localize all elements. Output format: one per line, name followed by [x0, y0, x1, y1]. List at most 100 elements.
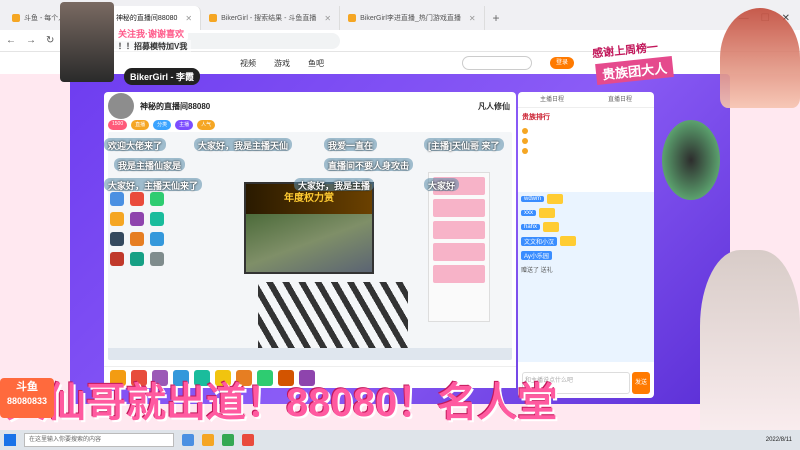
taskbar-app-icon[interactable]: [202, 434, 214, 446]
room-tag[interactable]: 1500: [108, 120, 128, 130]
overlay-title: 关注我·谢谢喜欢: [114, 26, 188, 41]
reload-icon[interactable]: ↻: [46, 35, 54, 46]
danmu-comment: 大家好: [424, 178, 460, 191]
taskbar-app-icon[interactable]: [182, 434, 194, 446]
room-tag[interactable]: 分类: [153, 120, 172, 130]
chat-username[interactable]: wdwm: [521, 196, 545, 202]
rank-row[interactable]: [518, 146, 654, 156]
room-title: 神秘的直播间88080: [140, 101, 211, 111]
streamer-avatar[interactable]: [108, 93, 134, 119]
rank-dot-icon: [522, 138, 528, 144]
chat-message: hahx: [518, 220, 654, 234]
start-icon[interactable]: [4, 434, 16, 446]
danmu-comment: 欢迎大佬来了: [104, 138, 167, 151]
rank-row[interactable]: [518, 136, 654, 146]
rank-title: 贵族排行: [522, 114, 550, 121]
rank-dot-icon: [522, 128, 528, 134]
system-tray[interactable]: 2022/8/11: [766, 436, 800, 444]
rank-dot-icon: [522, 148, 528, 154]
danmu-comment: 大家好，主播天仙来了: [104, 178, 203, 191]
danmu-comment: 大家好，我是主播天仙: [194, 138, 293, 151]
overlay-subtitle: ！！招募模特加V我: [114, 40, 192, 53]
chat-message: wdwm: [518, 192, 654, 206]
app-icon: [150, 212, 164, 226]
event-badge: [662, 120, 720, 200]
danmu-layer: 欢迎大佬来了 大家好，我是主播天仙 我爱一直在 [主播]天仙哥 来了 我是主播仙…: [104, 134, 516, 194]
inner-video-window: 年度权力赏: [244, 182, 374, 274]
player-scene: [246, 214, 372, 272]
site-header: 视频 游戏 鱼吧 登录: [0, 52, 800, 74]
app-icon: [110, 232, 124, 246]
browser-tab[interactable]: BikerGirl李进直播_热门游戏直播 ✕: [340, 6, 485, 30]
app-icon: [110, 212, 124, 226]
chat-tabs: 主播日程 直播日程: [518, 92, 654, 108]
search-input[interactable]: [462, 56, 532, 70]
desktop-icons: [110, 192, 166, 266]
close-icon[interactable]: ✕: [185, 14, 192, 23]
chat-message: 文文和小汉: [518, 234, 654, 248]
douyu-favicon-icon: [348, 14, 357, 22]
new-tab-button[interactable]: +: [485, 6, 508, 30]
gift-icon: [539, 208, 555, 218]
forward-icon[interactable]: →: [26, 35, 36, 46]
inner-app-window: [428, 172, 490, 322]
rank-row[interactable]: [518, 126, 654, 136]
danmu-comment: 我爱一直在: [324, 138, 378, 151]
os-taskbar: 在这里输入你要搜索的内容 2022/8/11: [0, 430, 800, 450]
close-icon[interactable]: ✕: [469, 14, 476, 23]
chat-username[interactable]: hahx: [521, 224, 541, 230]
danmu-comment: 大家好，我是主播: [294, 178, 375, 191]
douyu-favicon-icon: [12, 14, 20, 22]
taskbar-app-icon[interactable]: [242, 434, 254, 446]
login-button[interactable]: 登录: [550, 57, 575, 69]
douyu-logo: 斗鱼 88080833: [0, 378, 54, 418]
danmu-comment: 直播间不要人身攻击: [324, 158, 414, 171]
overlay-social-handle: BikerGirl - 李霞: [124, 68, 201, 85]
app-icon: [150, 232, 164, 246]
chat-username[interactable]: xxx: [521, 210, 536, 216]
app-icon: [110, 192, 124, 206]
streamer-cam-overlay: [60, 2, 114, 82]
back-icon[interactable]: ←: [6, 35, 16, 46]
chat-username[interactable]: Ay小乐园: [521, 250, 552, 260]
nav-games[interactable]: 游戏: [274, 58, 290, 69]
app-icon: [150, 252, 164, 266]
taskbar-app-icon[interactable]: [222, 434, 234, 446]
tab-live-schedule[interactable]: 直播日程: [586, 92, 654, 107]
nav-video[interactable]: 视频: [240, 58, 256, 69]
chat-message-list[interactable]: wdwm xxx hahx 文文和小汉 Ay小乐园 赠送了 送礼: [518, 192, 654, 362]
chat-message: xxx: [518, 206, 654, 220]
room-tag[interactable]: 直播: [131, 120, 150, 130]
anime-character-overlay: [720, 8, 800, 108]
gift-icon: [543, 222, 560, 232]
gift-icon: [547, 194, 564, 204]
app-icon: [130, 212, 144, 226]
danmu-comment: 我是主播仙家是: [114, 158, 186, 171]
scrolling-ticker: 天仙哥就出道！88080！名人堂: [6, 381, 558, 425]
nav-yuba[interactable]: 鱼吧: [308, 58, 324, 69]
app-icon: [110, 252, 124, 266]
taskbar-search-input[interactable]: 在这里输入你要搜索的内容: [24, 433, 174, 447]
chat-username[interactable]: 文文和小汉: [521, 236, 558, 246]
room-tag[interactable]: 主播: [175, 120, 194, 130]
app-icon: [130, 232, 144, 246]
room-game-logo: 凡人修仙: [478, 101, 510, 111]
room-tag[interactable]: 人气: [197, 120, 216, 130]
close-icon[interactable]: ✕: [324, 14, 331, 23]
room-tags: 1500 直播 分类 主播 人气: [108, 120, 216, 130]
chat-message: 赠送了 送礼: [521, 267, 553, 274]
tray-date: 2022/8/11: [765, 437, 792, 443]
app-icon: [130, 252, 144, 266]
app-icon: [150, 192, 164, 206]
gift-icon: [560, 236, 577, 246]
tab-streamer-schedule[interactable]: 主播日程: [518, 92, 586, 107]
app-icon: [130, 192, 144, 206]
douyu-favicon-icon: [209, 14, 218, 22]
graphic-pattern: [258, 282, 408, 352]
chat-panel: 主播日程 直播日程 贵族排行 wdwm xxx hahx 文文和小汉 Ay小乐园…: [518, 92, 654, 398]
room-header: 神秘的直播间88080 凡人修仙: [104, 92, 516, 120]
danmu-comment: [主播]天仙哥 来了: [424, 138, 504, 151]
inner-taskbar: [108, 348, 512, 360]
browser-tab[interactable]: BikerGirl - 搜索结果 - 斗鱼直播 ✕: [201, 6, 341, 30]
chat-message: Ay小乐园: [518, 248, 654, 262]
